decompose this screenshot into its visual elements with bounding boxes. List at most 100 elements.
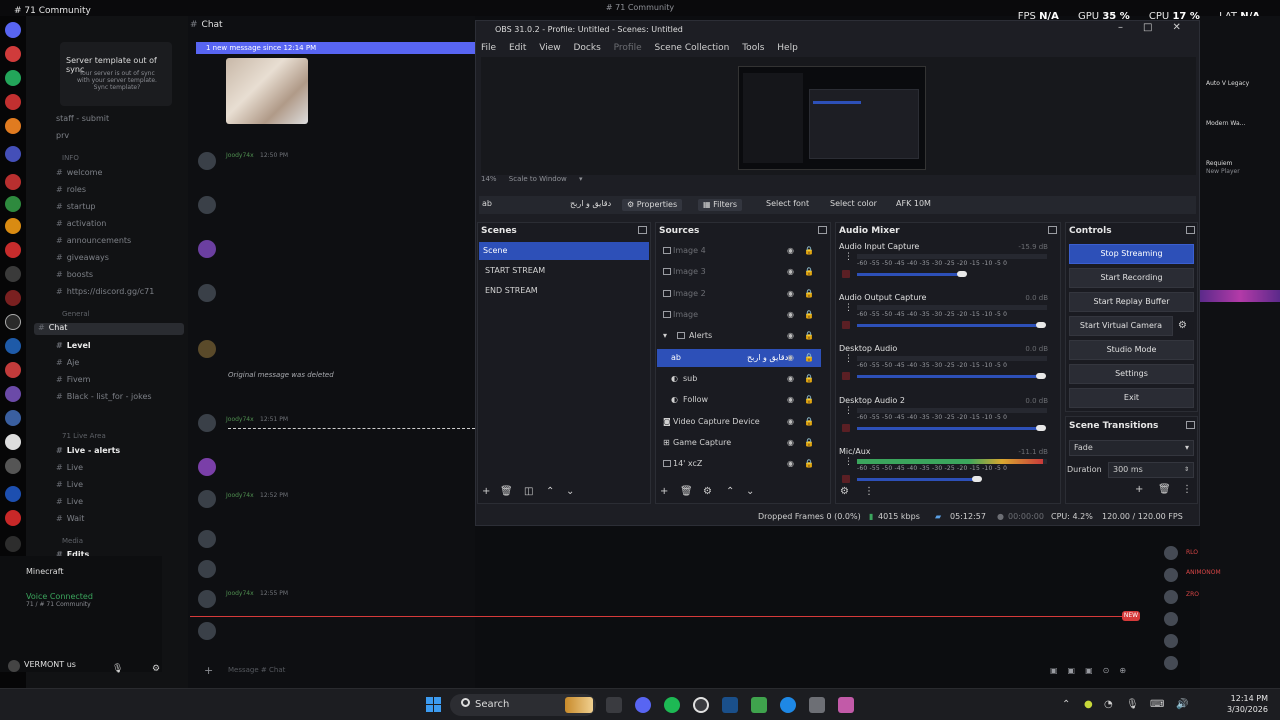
avatar[interactable] [8,660,20,672]
category-live-area[interactable]: 71 Live Area [62,432,106,440]
mute-icon[interactable] [842,424,850,432]
avatar[interactable] [198,284,216,302]
message-author[interactable]: Joody74x [226,152,254,159]
more-options-icon[interactable]: ⋮ [864,486,874,497]
voice-status[interactable]: Voice Connected [26,592,93,601]
undock-icon[interactable] [1186,226,1195,234]
avatar[interactable] [198,622,216,640]
volume-slider[interactable] [857,375,1042,378]
spotify-icon[interactable] [664,697,680,713]
menu-edit[interactable]: Edit [509,43,526,53]
avatar[interactable] [1164,546,1178,560]
move-down-icon[interactable]: ⌄ [746,486,754,497]
transition-select[interactable]: Fade ▾ [1069,440,1194,456]
menu-tools[interactable]: Tools [742,43,764,53]
task-view-icon[interactable] [606,697,622,713]
channel-item[interactable]: # Live [56,463,83,475]
menu-profile[interactable]: Profile [614,43,642,53]
source-item[interactable]: ◐ sub ◉ 🔒 [657,370,821,388]
edge-icon[interactable] [780,697,796,713]
more-options-icon[interactable]: ⋮ [844,252,853,262]
select-color-button[interactable]: Select color [830,199,877,211]
mute-icon[interactable] [842,372,850,380]
start-replay-buffer-button[interactable]: Start Replay Buffer [1069,292,1194,312]
channel-item[interactable]: # Black - list_for - jokes [56,392,152,404]
server-icon[interactable] [5,70,21,86]
discord-home-icon[interactable] [5,22,21,38]
discord-icon[interactable] [635,697,651,713]
avatar[interactable] [198,240,216,258]
menu-scene-collection[interactable]: Scene Collection [655,43,730,53]
avatar[interactable] [198,560,216,578]
lock-icon[interactable]: 🔒 [804,263,814,281]
avatar[interactable] [1164,612,1178,626]
avatar[interactable] [198,590,216,608]
undock-icon[interactable] [818,226,827,234]
source-item[interactable]: 14' xcZ ◉ 🔒 [657,455,821,473]
server-icon[interactable] [5,118,21,134]
chat-toolbar-icons[interactable]: ▣▣▣⊙⊕ [1050,666,1136,675]
channel-item[interactable]: # Live - alerts [56,446,120,458]
lock-icon[interactable]: 🔒 [804,242,814,260]
menu-help[interactable]: Help [777,43,798,53]
stop-streaming-button[interactable]: Stop Streaming [1069,244,1194,264]
source-item[interactable]: Image 3 ◉ 🔒 [657,263,821,281]
new-messages-bar[interactable]: 1 new message since 12:14 PM [196,42,475,54]
server-icon[interactable] [5,536,21,552]
channel-item[interactable]: # roles [56,185,86,197]
eye-icon[interactable]: ◉ [787,242,794,260]
member-name[interactable]: ZRO [1186,591,1199,598]
channel-item[interactable]: # https://discord.gg/c71 [56,287,154,299]
server-icon[interactable] [5,362,21,378]
server-icon[interactable] [5,218,21,234]
add-attachment-icon[interactable]: + [204,664,213,677]
server-name[interactable]: # 71 Community [14,6,91,16]
server-icon[interactable] [5,338,21,354]
studio-mode-button[interactable]: Studio Mode [1069,340,1194,360]
more-options-icon[interactable]: ⋮ [844,303,853,313]
chevron-up-icon[interactable]: ⌃ [1062,699,1070,710]
source-item[interactable]: ab دقايق و اربح ◉ 🔒 [657,349,821,367]
server-icon[interactable] [5,486,21,502]
scale-mode-select[interactable]: Scale to Window [509,175,567,183]
collapse-icon[interactable]: ▾ [663,327,667,345]
eye-icon[interactable]: ◉ [787,263,794,281]
start-recording-button[interactable]: Start Recording [1069,268,1194,288]
maximize-icon[interactable]: □ [1143,22,1172,33]
gear-icon[interactable]: ⚙ [703,486,712,497]
lock-icon[interactable]: 🔒 [804,455,814,473]
server-icon[interactable] [5,290,21,306]
minimize-icon[interactable]: – [1118,22,1143,33]
eye-icon[interactable]: ◉ [787,455,794,473]
add-scene-icon[interactable]: + [482,486,490,497]
tray-app-icon[interactable]: ● [1084,699,1093,710]
channel-item-chat[interactable]: # Chat [34,323,184,335]
avatar[interactable] [198,414,216,432]
menu-docks[interactable]: Docks [573,43,600,53]
category-general[interactable]: General [62,310,90,318]
avatar[interactable] [198,196,216,214]
eye-icon[interactable]: ◉ [787,327,794,345]
start-virtual-camera-button[interactable]: Start Virtual Camera [1069,316,1173,336]
source-item[interactable]: ⊞ Game Capture ◉ 🔒 [657,434,821,452]
wifi-icon[interactable]: ◔ [1104,699,1113,710]
more-options-icon[interactable]: ⋮ [844,354,853,364]
properties-button[interactable]: ⚙ Properties [622,199,683,211]
steam-icon[interactable] [722,697,738,713]
gear-icon[interactable]: ⚙ [152,664,160,674]
text-value-field[interactable]: AFK 10M [896,199,931,211]
avatar[interactable] [1164,634,1178,648]
message-author[interactable]: Joody74x [226,492,254,499]
undock-icon[interactable] [1048,226,1057,234]
eye-icon[interactable]: ◉ [787,391,794,409]
eye-icon[interactable]: ◉ [787,306,794,324]
server-icon[interactable] [5,434,21,450]
move-up-icon[interactable]: ⌃ [546,486,554,497]
filters-button[interactable]: ▦ Filters [698,199,743,211]
message-input[interactable]: Message # Chat [228,666,285,674]
source-item[interactable]: Image ◉ 🔒 [657,306,821,324]
server-icon[interactable] [5,386,21,402]
more-options-icon[interactable]: ⋮ [844,406,853,416]
category-media[interactable]: Media [62,537,83,545]
lock-icon[interactable]: 🔒 [804,285,814,303]
